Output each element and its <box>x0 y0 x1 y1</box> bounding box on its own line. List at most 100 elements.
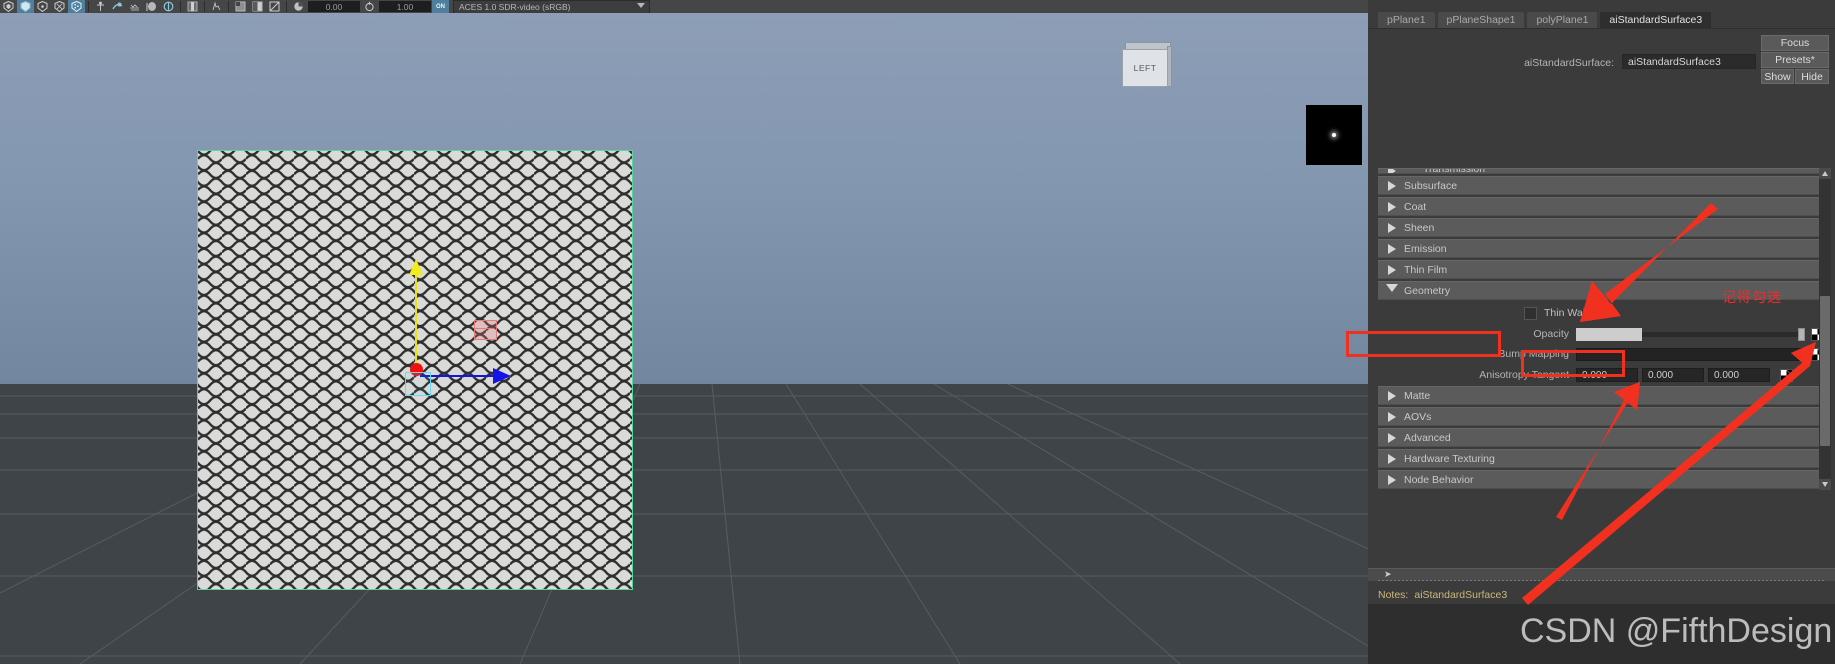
hide-button[interactable]: Hide <box>1795 69 1829 84</box>
material-preview-swatch[interactable] <box>1306 105 1362 165</box>
tab-label: aiStandardSurface3 <box>1609 14 1703 26</box>
section-label: Coat <box>1404 200 1427 213</box>
move-manipulator-plane-handle[interactable] <box>405 372 431 396</box>
toolbar-separator <box>286 1 287 12</box>
chevron-right-icon <box>1388 411 1396 422</box>
object-mask-icon[interactable] <box>51 0 68 13</box>
anisotropy-tangent-map-button[interactable] <box>1780 368 1793 382</box>
tab-label: polyPlane1 <box>1536 14 1589 26</box>
section-label: Geometry <box>1404 284 1451 297</box>
tab-label: pPlane1 <box>1387 14 1426 26</box>
scroll-up-arrow-icon[interactable] <box>1819 168 1831 179</box>
move-manipulator-x-axis[interactable] <box>420 375 496 377</box>
move-manipulator-x-arrow[interactable] <box>493 368 511 384</box>
select-by-hierarchy-icon[interactable] <box>0 0 17 13</box>
ipr-render-icon[interactable] <box>249 0 266 13</box>
tab-polyPlane1[interactable]: polyPlane1 <box>1527 12 1598 28</box>
color-management-toggle-icon[interactable]: ON <box>432 0 449 13</box>
tab-label: pPlaneShape1 <box>1446 14 1516 26</box>
section-advanced[interactable]: Advanced <box>1378 428 1824 447</box>
toolbar-separator <box>228 1 229 12</box>
section-label: Hardware Texturing <box>1404 452 1495 465</box>
chevron-right-icon <box>1388 243 1396 254</box>
exposure-value[interactable]: 0.00 <box>308 1 360 12</box>
tab-aiStandardSurface3[interactable]: aiStandardSurface3 <box>1600 12 1712 28</box>
toolbar-separator <box>88 1 89 12</box>
color-profile-label: ACES 1.0 SDR-video (sRGB) <box>459 1 571 12</box>
thin-walled-highlight-box <box>1521 350 1625 377</box>
opacity-slider-handle[interactable] <box>1798 327 1805 341</box>
section-thin-film[interactable]: Thin Film <box>1378 260 1824 279</box>
opacity-slider-track[interactable] <box>1642 331 1798 337</box>
scroll-down-arrow-icon[interactable] <box>1819 479 1831 490</box>
chevron-right-icon <box>1388 201 1396 212</box>
snap-to-point-icon[interactable] <box>126 0 143 13</box>
section-label: AOVs <box>1404 410 1432 423</box>
section-label: Thin Film <box>1404 263 1448 276</box>
section-sheen[interactable]: Sheen <box>1378 218 1824 237</box>
section-matte[interactable]: Matte <box>1378 386 1824 405</box>
select-by-component-icon[interactable] <box>34 0 51 13</box>
attribute-editor-tabbar: pPlane1 pPlaneShape1 polyPlane1 aiStanda… <box>1368 10 1835 28</box>
node-name-input[interactable]: aiStandardSurface3 <box>1622 54 1756 69</box>
presets-button[interactable]: Presets* <box>1761 52 1829 68</box>
manipulator-secondary-handle[interactable] <box>474 320 497 340</box>
node-name-row: aiStandardSurface: aiStandardSurface3 Fo… <box>1368 35 1835 84</box>
chevron-right-icon <box>1388 453 1396 464</box>
move-manipulator-y-arrow[interactable] <box>409 259 423 275</box>
tab-pPlaneShape1[interactable]: pPlaneShape1 <box>1437 12 1525 28</box>
scrollbar-thumb[interactable] <box>1820 296 1830 446</box>
swatch-highlight <box>1332 133 1336 137</box>
focus-button[interactable]: Focus <box>1761 35 1829 51</box>
section-subsurface[interactable]: Subsurface <box>1378 176 1824 195</box>
snap-to-grid-icon[interactable] <box>92 0 109 13</box>
viewport-panel: 0.00 1.00 ON ACES 1.0 SDR-video (sRGB) L… <box>0 0 1368 664</box>
show-button[interactable]: Show <box>1761 69 1794 84</box>
chevron-right-icon <box>1388 264 1396 275</box>
construction-plane-icon[interactable] <box>184 0 201 13</box>
section-transmission[interactable]: Transmission <box>1378 168 1824 174</box>
toolbar-separator <box>180 1 181 12</box>
display-toggle-icon[interactable] <box>290 0 307 13</box>
render-current-frame-icon[interactable] <box>232 0 249 13</box>
section-label: Subsurface <box>1404 179 1458 192</box>
chevron-right-icon <box>1388 432 1396 443</box>
opacity-slider[interactable] <box>1576 327 1805 341</box>
color-profile-select[interactable]: ACES 1.0 SDR-video (sRGB) <box>453 0 650 14</box>
section-label: Emission <box>1404 242 1447 255</box>
anisotropy-tangent-z[interactable]: 0.000 <box>1708 368 1770 382</box>
notes-value: aiStandardSurface3 <box>1414 589 1508 601</box>
section-label: Advanced <box>1404 431 1451 444</box>
section-coat[interactable]: Coat <box>1378 197 1824 216</box>
make-live-icon[interactable] <box>208 0 225 13</box>
section-label: Matte <box>1404 389 1431 402</box>
component-mask-icon[interactable] <box>68 0 85 13</box>
notes-label: Notes: <box>1378 589 1409 601</box>
anisotropy-tangent-y[interactable]: 0.000 <box>1642 368 1704 382</box>
view-cube-face-label[interactable]: LEFT <box>1122 49 1168 87</box>
opacity-slider-fill <box>1576 327 1642 341</box>
snap-to-projected-center-icon[interactable] <box>143 0 160 13</box>
select-by-object-icon[interactable] <box>17 0 34 13</box>
geometry-highlight-box <box>1346 331 1501 357</box>
snap-to-view-plane-icon[interactable] <box>160 0 177 13</box>
attribute-list-scrollbar[interactable] <box>1819 168 1831 490</box>
view-cube[interactable]: LEFT <box>1122 42 1172 88</box>
section-emission[interactable]: Emission <box>1378 239 1824 258</box>
chevron-right-icon <box>1388 180 1396 191</box>
chevron-right-icon <box>1388 169 1396 173</box>
section-label: Sheen <box>1404 221 1435 234</box>
gamma-value[interactable]: 1.00 <box>379 1 431 12</box>
thin-walled-checkbox[interactable] <box>1524 306 1537 320</box>
section-label: Node Behavior <box>1404 473 1474 486</box>
snap-to-curve-icon[interactable] <box>109 0 126 13</box>
section-aovs[interactable]: AOVs <box>1378 407 1824 426</box>
section-node-behavior[interactable]: Node Behavior <box>1378 470 1824 489</box>
viewport-canvas[interactable]: LEFT <box>0 13 1368 664</box>
tab-pPlane1[interactable]: pPlane1 <box>1378 12 1435 28</box>
render-settings-icon[interactable] <box>266 0 283 13</box>
section-hardware-texturing[interactable]: Hardware Texturing <box>1378 449 1824 468</box>
thin-walled-label: Thin Walled <box>1544 307 1600 319</box>
move-manipulator-y-axis[interactable] <box>415 267 417 370</box>
exposure-icon[interactable] <box>361 0 378 13</box>
